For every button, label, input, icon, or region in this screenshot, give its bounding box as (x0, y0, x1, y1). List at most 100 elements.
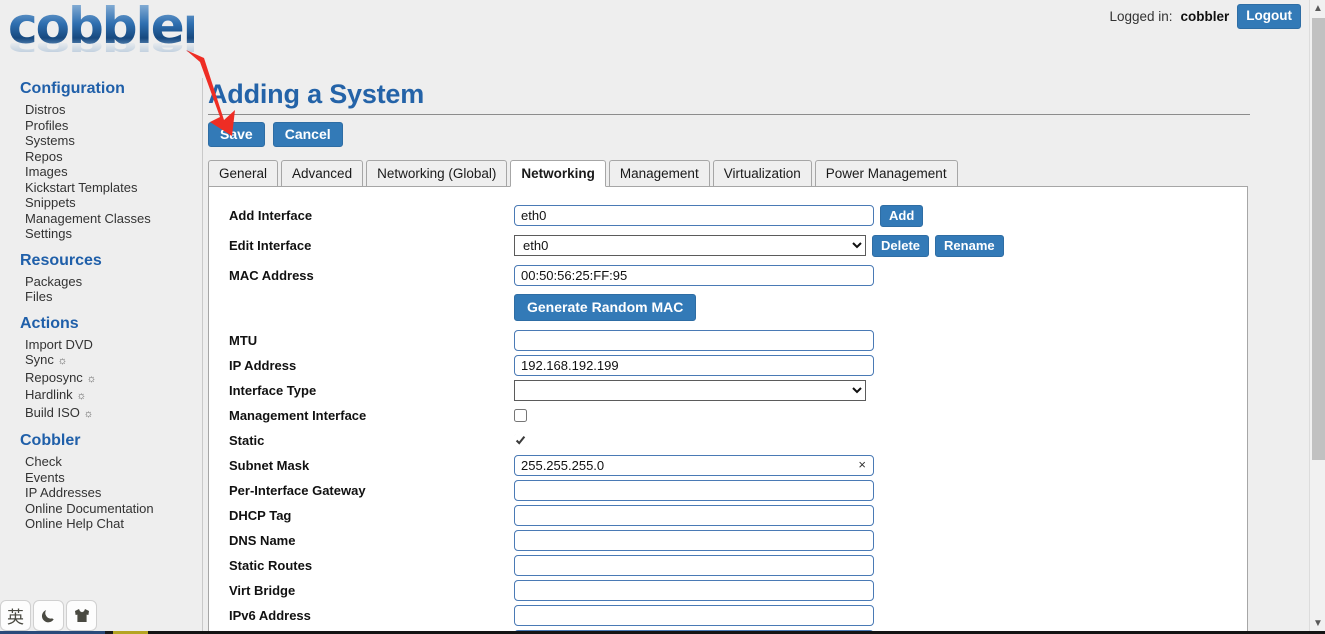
field-row-virt-bridge: Virt Bridge (209, 578, 1247, 603)
sidebar-item-online-help-chat[interactable]: Online Help Chat (20, 516, 202, 532)
sun-icon: ☼ (83, 407, 94, 420)
scroll-up-icon[interactable]: ▲ (1310, 0, 1325, 17)
sidebar-item-ip-addresses[interactable]: IP Addresses (20, 485, 202, 501)
label-ipv6-address: IPv6 Address (229, 608, 311, 623)
sidebar-item-distros[interactable]: Distros (20, 102, 202, 118)
label-dns-name: DNS Name (229, 533, 296, 548)
sun-icon: ☼ (76, 390, 87, 402)
ime-toolbar: 英 (0, 600, 99, 631)
sidebar-heading-configuration: Configuration (20, 80, 125, 97)
tab-advanced[interactable]: Advanced (281, 160, 364, 187)
field-row-static-routes: Static Routes (209, 553, 1247, 578)
sidebar-item-reposync[interactable]: Reposync ☼ (20, 370, 202, 388)
field-row-mtu: MTU (209, 328, 1247, 353)
label-static-routes: Static Routes (229, 558, 313, 573)
management-interface-checkbox[interactable] (514, 409, 527, 422)
sidebar-item-snippets[interactable]: Snippets (20, 195, 202, 211)
dns-name-input[interactable] (514, 530, 874, 551)
clear-icon[interactable]: × (858, 458, 866, 472)
sun-icon: ☼ (57, 355, 68, 367)
sidebar-item-hardlink[interactable]: Hardlink ☼ (20, 387, 202, 405)
scroll-down-icon[interactable]: ▼ (1310, 615, 1325, 632)
label-interface-type: Interface Type (229, 383, 317, 398)
tab-bar: General Advanced Networking (Global) Net… (208, 160, 1250, 187)
sidebar-item-events[interactable]: Events (20, 470, 202, 486)
sidebar-item-kickstart-templates[interactable]: Kickstart Templates (20, 180, 202, 196)
sidebar-item-sync[interactable]: Sync ☼ (20, 352, 202, 370)
sidebar-item-systems[interactable]: Systems (20, 133, 202, 149)
add-interface-input[interactable] (514, 205, 874, 226)
label-management-interface: Management Interface (229, 408, 367, 423)
sidebar-item-online-documentation[interactable]: Online Documentation (20, 501, 202, 517)
tab-power-management[interactable]: Power Management (814, 160, 958, 187)
sidebar-item-build-iso[interactable]: Build ISO ☼ (20, 405, 202, 423)
field-row-add-interface: Add Interface Add (209, 203, 1247, 228)
field-row-ip-address: IP Address (209, 353, 1247, 378)
add-interface-button[interactable]: Add (880, 204, 924, 227)
scrollbar-thumb[interactable] (1312, 18, 1325, 460)
static-checkbox[interactable] (514, 434, 527, 447)
sidebar-item-packages[interactable]: Packages (20, 274, 202, 290)
sidebar-item-label: Sync (25, 352, 54, 367)
delete-interface-button[interactable]: Delete (872, 234, 930, 257)
sidebar-item-management-classes[interactable]: Management Classes (20, 211, 202, 227)
sidebar: Configuration Distros Profiles Systems R… (0, 78, 203, 634)
label-subnet-mask: Subnet Mask (229, 458, 310, 473)
field-row-subnet-mask: Subnet Mask × (209, 453, 1247, 478)
tab-networking-global[interactable]: Networking (Global) (366, 160, 508, 187)
cobbler-logo: cobbler cobbler (8, 1, 207, 68)
moon-glyph (41, 610, 54, 623)
sidebar-heading-actions: Actions (20, 314, 79, 332)
field-row-dns-name: DNS Name (209, 528, 1247, 553)
login-bar: Logged in: cobbler Logout (1109, 4, 1301, 29)
sidebar-item-images[interactable]: Images (20, 164, 202, 180)
save-button[interactable]: Save (208, 122, 265, 147)
logged-in-username: cobbler (1180, 8, 1230, 24)
mac-address-input[interactable] (514, 265, 874, 286)
ipv6-address-input[interactable] (514, 605, 874, 626)
interface-type-select[interactable] (514, 380, 866, 401)
page-root: cobbler cobbler Logged in: cobbler Logou… (0, 0, 1309, 634)
input-mode-english-icon[interactable]: 英 (0, 600, 31, 631)
label-edit-interface: Edit Interface (229, 238, 312, 253)
shirt-icon[interactable] (66, 600, 97, 631)
sun-icon: ☼ (86, 372, 97, 385)
sidebar-item-check[interactable]: Check (20, 454, 202, 470)
main-content: Adding a System Save Cancel General Adva… (208, 78, 1250, 634)
page-title: Adding a System (208, 79, 425, 109)
mtu-input[interactable] (514, 330, 874, 351)
tab-virtualization[interactable]: Virtualization (712, 160, 812, 187)
logged-in-label: Logged in: (1109, 8, 1173, 24)
tab-networking[interactable]: Networking (510, 160, 606, 187)
sidebar-item-import-dvd[interactable]: Import DVD (20, 337, 202, 353)
logout-button[interactable]: Logout (1237, 4, 1301, 29)
sidebar-item-files[interactable]: Files (20, 289, 202, 305)
moon-icon[interactable] (33, 600, 64, 631)
label-static: Static (229, 433, 265, 448)
static-routes-input[interactable] (514, 555, 874, 576)
field-row-interface-type: Interface Type (209, 378, 1247, 403)
label-ip-address: IP Address (229, 358, 297, 373)
rename-interface-button[interactable]: Rename (935, 234, 1004, 257)
per-interface-gateway-input[interactable] (514, 480, 874, 501)
sidebar-item-repos[interactable]: Repos (20, 149, 202, 165)
title-divider (208, 114, 1250, 115)
subnet-mask-input[interactable] (514, 455, 874, 476)
edit-interface-select[interactable]: eth0 (514, 235, 866, 256)
ip-address-input[interactable] (514, 355, 874, 376)
sidebar-item-profiles[interactable]: Profiles (20, 118, 202, 134)
virt-bridge-input[interactable] (514, 580, 874, 601)
sidebar-item-settings[interactable]: Settings (20, 226, 202, 242)
tab-management[interactable]: Management (608, 160, 710, 187)
dhcp-tag-input[interactable] (514, 505, 874, 526)
label-dhcp-tag: DHCP Tag (229, 508, 292, 523)
field-row-dhcp-tag: DHCP Tag (209, 503, 1247, 528)
sidebar-item-label: Build ISO (25, 404, 80, 420)
sidebar-heading-resources: Resources (20, 251, 102, 269)
cancel-button[interactable]: Cancel (272, 122, 343, 147)
vertical-scrollbar[interactable]: ▲ ▼ (1309, 0, 1325, 634)
field-row-per-interface-gateway: Per-Interface Gateway (209, 478, 1247, 503)
generate-random-mac-button[interactable]: Generate Random MAC (514, 293, 697, 321)
tab-general[interactable]: General (208, 160, 279, 187)
logo-reflection: cobbler (8, 34, 206, 61)
